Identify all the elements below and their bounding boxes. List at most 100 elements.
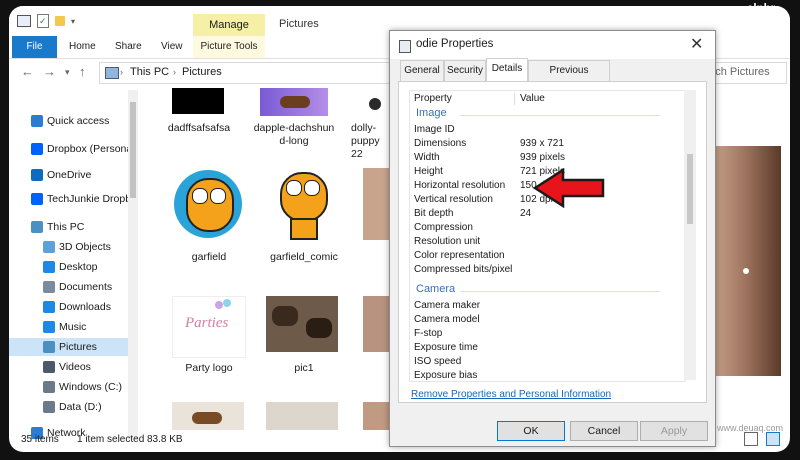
properties-icon[interactable]: ✓ [37, 14, 49, 28]
file-name[interactable]: dadffsafsafsa [159, 122, 239, 135]
sidebar-item[interactable]: Downloads [9, 298, 129, 316]
tab-file[interactable]: File [12, 36, 57, 58]
chevron-down-icon[interactable]: ▾ [71, 17, 75, 26]
properties-dialog: odie Properties ✕ General Security Detai… [389, 30, 716, 447]
column-header-property[interactable]: Property [414, 91, 452, 107]
window-title: Pictures [279, 18, 319, 30]
sidebar-item[interactable]: Music [9, 318, 129, 336]
computer-icon [31, 221, 43, 233]
drive-icon [43, 401, 55, 413]
dialog-title-bar: odie Properties ✕ [390, 31, 715, 59]
property-row[interactable]: F-stop [410, 327, 685, 341]
navigation-scrollbar[interactable] [128, 90, 138, 440]
sidebar-item[interactable]: Quick access [9, 112, 129, 130]
tab-previous-versions[interactable]: Previous Versions [528, 60, 610, 96]
file-name[interactable]: Party logo [169, 362, 249, 375]
cloud-icon [31, 169, 43, 181]
property-row[interactable]: Exposure bias [410, 369, 685, 381]
sidebar-item-label: This PC [47, 221, 85, 233]
property-name: Bit depth [414, 208, 454, 219]
properties-scrollbar[interactable] [684, 90, 696, 380]
cancel-button[interactable]: Cancel [570, 421, 638, 441]
up-arrow-icon[interactable]: ↑ [79, 64, 86, 79]
property-name: Exposure bias [414, 370, 478, 381]
recent-chevron-icon[interactable]: ▾ [65, 67, 70, 78]
file-name[interactable]: dapple-dachshun d-long [253, 122, 335, 148]
file-name[interactable]: pic1 [259, 362, 349, 375]
file-thumbnail[interactable] [172, 402, 244, 430]
tab-manage[interactable]: Manage [193, 14, 265, 36]
file-thumbnail[interactable] [266, 402, 338, 430]
file-thumbnail[interactable] [363, 296, 389, 352]
property-row[interactable]: Camera model [410, 313, 685, 327]
tab-share[interactable]: Share [115, 36, 142, 58]
property-row[interactable]: ISO speed [410, 355, 685, 369]
dropbox-icon [31, 143, 43, 155]
sidebar-item[interactable]: Pictures [9, 338, 129, 356]
property-row[interactable]: Width 939 pixels [410, 151, 685, 165]
sidebar-item[interactable]: OneDrive [9, 166, 129, 184]
sidebar-item[interactable]: Dropbox (Persona [9, 140, 129, 158]
property-name: Camera maker [414, 300, 481, 311]
sidebar-item[interactable]: TechJunkie Dropb [9, 190, 129, 208]
file-thumbnail[interactable] [363, 402, 389, 430]
file-thumbnail[interactable] [266, 296, 338, 352]
sidebar-item[interactable]: Windows (C:) [9, 378, 129, 396]
sidebar-item[interactable]: Videos [9, 358, 129, 376]
tab-home[interactable]: Home [69, 36, 96, 58]
file-thumbnail[interactable] [266, 168, 338, 240]
property-row[interactable]: Compressed bits/pixel [410, 263, 685, 277]
property-row[interactable]: Camera maker [410, 299, 685, 313]
property-name: ISO speed [414, 356, 462, 367]
forward-arrow-icon[interactable]: → [43, 64, 56, 79]
sidebar-item[interactable]: 3D Objects [9, 238, 129, 256]
property-row[interactable]: Color representation [410, 249, 685, 263]
sidebar-item[interactable]: Data (D:) [9, 398, 129, 416]
new-folder-icon[interactable] [55, 16, 65, 26]
file-thumbnail[interactable] [172, 88, 224, 114]
tab-security[interactable]: Security [444, 60, 486, 81]
ok-button[interactable]: OK [497, 421, 565, 441]
tab-picture-tools[interactable]: Picture Tools [193, 36, 265, 58]
back-arrow-icon[interactable]: ← [21, 64, 34, 79]
tab-details[interactable]: Details [486, 58, 528, 81]
tab-view[interactable]: View [161, 36, 183, 58]
apply-button[interactable]: Apply [640, 421, 708, 441]
star-icon [31, 115, 43, 127]
details-view-icon[interactable] [744, 432, 758, 446]
file-thumbnail[interactable] [260, 88, 328, 116]
breadcrumb-pictures[interactable]: Pictures [182, 66, 222, 78]
file-thumbnail[interactable] [363, 168, 389, 240]
sidebar-item-label: Windows (C:) [59, 381, 123, 393]
sidebar-item[interactable]: This PC [9, 218, 129, 236]
property-row[interactable]: Image ID [410, 123, 685, 137]
sidebar-item-label: TechJunkie Dropb [47, 193, 129, 205]
column-divider[interactable] [514, 93, 515, 105]
file-thumbnail[interactable]: Parties [172, 296, 246, 358]
close-icon[interactable]: ✕ [690, 34, 703, 54]
file-thumbnail[interactable] [172, 168, 244, 240]
file-name[interactable]: garfield_comic [259, 251, 349, 264]
scrollbar-thumb[interactable] [130, 102, 136, 198]
properties-list[interactable]: Property Value Image Image ID Dimensions 93… [409, 90, 686, 382]
property-value: 939 x 721 [520, 138, 564, 149]
file-thumbnail[interactable] [357, 88, 385, 116]
property-row[interactable]: Compression [410, 221, 685, 235]
tab-general[interactable]: General [400, 60, 444, 81]
file-name[interactable]: garfield [169, 251, 249, 264]
property-row[interactable]: Resolution unit [410, 235, 685, 249]
sidebar-item[interactable]: Documents [9, 278, 129, 296]
scrollbar-thumb[interactable] [687, 154, 693, 224]
property-row[interactable]: Dimensions 939 x 721 [410, 137, 685, 151]
remove-properties-link[interactable]: Remove Properties and Personal Informati… [411, 389, 611, 400]
address-bar[interactable]: › This PC › Pictures [99, 62, 391, 84]
property-name: Compression [414, 222, 473, 233]
property-row[interactable]: Exposure time [410, 341, 685, 355]
sidebar-item-label: Quick access [47, 115, 110, 127]
party-logo-mark: Parties [185, 315, 229, 331]
large-icons-view-icon[interactable] [766, 432, 780, 446]
column-header-value[interactable]: Value [520, 91, 545, 107]
sidebar-item[interactable]: Desktop [9, 258, 129, 276]
breadcrumb-this-pc[interactable]: This PC [130, 66, 169, 78]
file-name[interactable]: dolly-puppy 22 [351, 122, 391, 161]
